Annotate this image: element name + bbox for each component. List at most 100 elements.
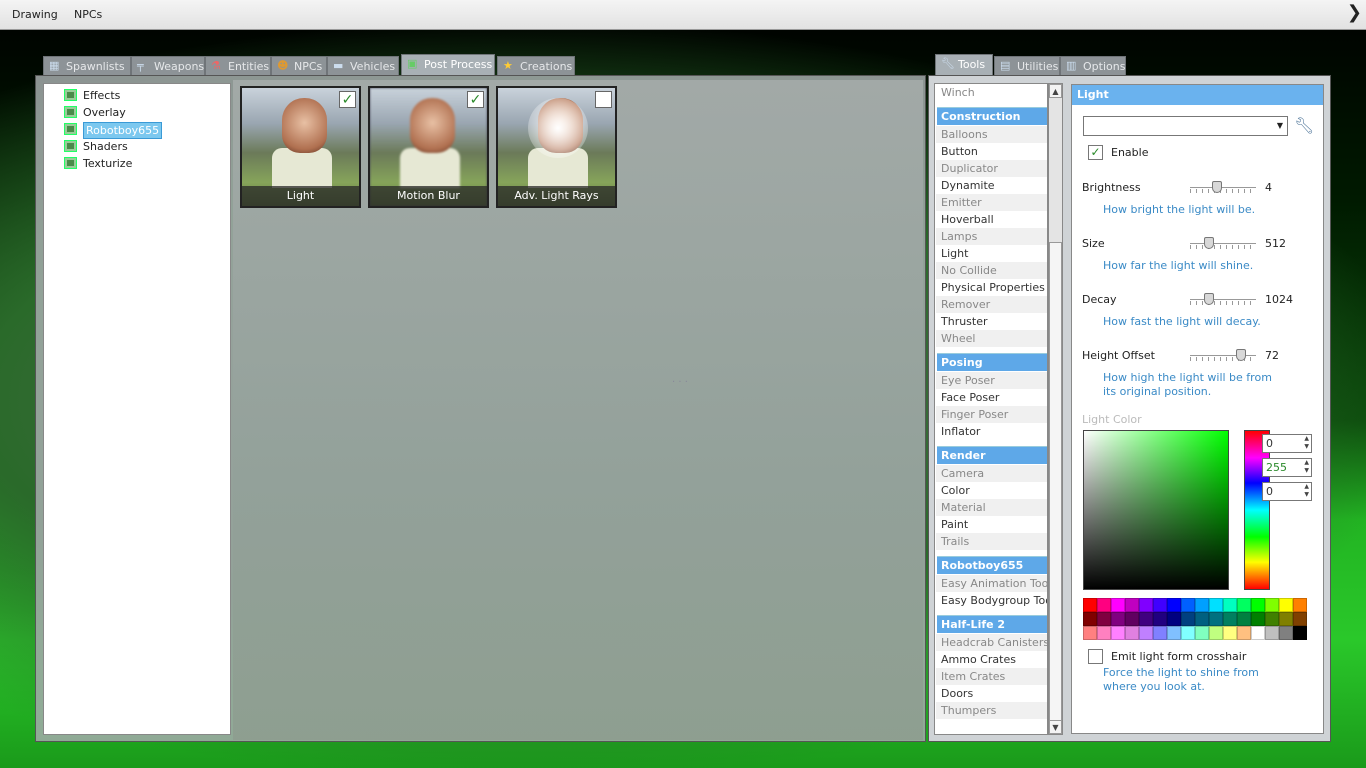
tool-item[interactable]: Headcrab Canisters — [936, 634, 1047, 651]
tab-options[interactable]: ▥ Options — [1060, 56, 1126, 76]
tool-item[interactable]: Winch — [936, 84, 1047, 101]
tool-item[interactable]: Easy Animation Tool — [936, 575, 1047, 592]
category-header[interactable]: Half-Life 2 — [937, 615, 1047, 633]
color-swatch[interactable] — [1083, 626, 1097, 640]
color-swatch[interactable] — [1209, 612, 1223, 626]
thumb-light[interactable]: ✓ Light — [240, 86, 361, 208]
tab-post-process[interactable]: ▣ Post Process — [401, 54, 495, 76]
tab-vehicles[interactable]: ▬ Vehicles — [327, 56, 399, 76]
tool-item[interactable]: Remover — [936, 296, 1047, 313]
tool-item[interactable]: Inflator — [936, 423, 1047, 440]
tool-item[interactable]: Duplicator — [936, 160, 1047, 177]
tool-item[interactable]: Easy Bodygroup Tool — [936, 592, 1047, 609]
color-swatch[interactable] — [1293, 626, 1307, 640]
decay-value[interactable]: 1024 — [1265, 293, 1293, 306]
tool-item[interactable]: Doors — [936, 685, 1047, 702]
category-header[interactable]: Robotboy655 — [937, 556, 1047, 574]
color-swatch[interactable] — [1153, 598, 1167, 612]
enable-checkbox[interactable]: ✓ — [1088, 145, 1103, 160]
thumb-motion-blur[interactable]: ✓ Motion Blur — [368, 86, 489, 208]
color-swatch[interactable] — [1223, 612, 1237, 626]
spinner-arrows-icon[interactable]: ▲ ▼ — [1304, 483, 1309, 499]
tree-item-robotboy655[interactable]: Robotboy655 — [64, 122, 163, 139]
tool-item[interactable]: Emitter — [936, 194, 1047, 211]
color-swatch[interactable] — [1139, 626, 1153, 640]
tree-item-effects[interactable]: Effects — [64, 88, 120, 103]
color-swatch[interactable] — [1181, 598, 1195, 612]
color-swatch[interactable] — [1223, 626, 1237, 640]
thumb-checkbox[interactable]: ✓ — [339, 91, 356, 108]
color-swatch[interactable] — [1139, 612, 1153, 626]
tool-list-scrollbar[interactable]: ▲ ▼ — [1048, 83, 1063, 735]
spinner-arrows-icon[interactable]: ▲ ▼ — [1304, 459, 1309, 475]
color-swatch[interactable] — [1167, 612, 1181, 626]
size-value[interactable]: 512 — [1265, 237, 1286, 250]
color-swatch[interactable] — [1237, 598, 1251, 612]
color-swatch[interactable] — [1251, 612, 1265, 626]
tool-item[interactable]: Button — [936, 143, 1047, 160]
tool-item[interactable]: Camera — [936, 465, 1047, 482]
color-swatch[interactable] — [1167, 626, 1181, 640]
slider-knob[interactable] — [1204, 293, 1214, 305]
color-swatch[interactable] — [1083, 598, 1097, 612]
tool-item[interactable]: Physical Properties — [936, 279, 1047, 296]
tab-tools[interactable]: 🔧︎ Tools — [935, 54, 993, 76]
decay-slider[interactable] — [1190, 293, 1256, 307]
tool-item[interactable]: Wheel — [936, 330, 1047, 347]
tab-npcs[interactable]: ☻ NPCs — [271, 56, 327, 76]
color-swatch[interactable] — [1237, 612, 1251, 626]
tab-spawnlists[interactable]: ▦ Spawnlists — [43, 56, 131, 76]
scroll-up-icon[interactable]: ▲ — [1049, 84, 1062, 98]
color-swatch[interactable] — [1251, 598, 1265, 612]
menu-drawing[interactable]: Drawing — [12, 8, 58, 21]
tool-item[interactable]: Balloons — [936, 126, 1047, 143]
color-swatch[interactable] — [1181, 626, 1195, 640]
preset-dropdown[interactable]: ▼ — [1083, 116, 1288, 136]
color-swatch[interactable] — [1279, 626, 1293, 640]
tool-item[interactable]: Thruster — [936, 313, 1047, 330]
thumb-adv-light-rays[interactable]: Adv. Light Rays — [496, 86, 617, 208]
spinner-arrows-icon[interactable]: ▲ ▼ — [1304, 435, 1309, 451]
color-green-input[interactable]: 255 ▲ ▼ — [1262, 458, 1312, 477]
color-swatch[interactable] — [1265, 598, 1279, 612]
crosshair-checkbox[interactable] — [1088, 649, 1103, 664]
color-swatch[interactable] — [1293, 598, 1307, 612]
category-header[interactable]: Render — [937, 446, 1047, 464]
tool-item[interactable]: Ammo Crates — [936, 651, 1047, 668]
color-swatch[interactable] — [1181, 612, 1195, 626]
brightness-slider[interactable] — [1190, 181, 1256, 195]
slider-knob[interactable] — [1236, 349, 1246, 361]
color-swatch[interactable] — [1195, 626, 1209, 640]
tool-item[interactable]: Lamps — [936, 228, 1047, 245]
color-swatch[interactable] — [1293, 612, 1307, 626]
tool-item[interactable]: Trails — [936, 533, 1047, 550]
category-header[interactable]: Construction — [937, 107, 1047, 125]
tool-item[interactable]: Light — [936, 245, 1047, 262]
color-swatch[interactable] — [1097, 598, 1111, 612]
scroll-down-icon[interactable]: ▼ — [1049, 720, 1062, 734]
tool-item[interactable]: Paint — [936, 516, 1047, 533]
tool-item[interactable]: Material — [936, 499, 1047, 516]
color-hue-bar[interactable] — [1244, 430, 1270, 590]
thumb-checkbox[interactable] — [595, 91, 612, 108]
color-swatch[interactable] — [1265, 612, 1279, 626]
tool-item[interactable]: Thumpers — [936, 702, 1047, 719]
color-swatch[interactable] — [1279, 598, 1293, 612]
color-swatch[interactable] — [1097, 626, 1111, 640]
tree-item-overlay[interactable]: Overlay — [64, 105, 126, 120]
slider-knob[interactable] — [1212, 181, 1222, 193]
height-offset-slider[interactable] — [1190, 349, 1256, 363]
thumb-checkbox[interactable]: ✓ — [467, 91, 484, 108]
tab-weapons[interactable]: ╤ Weapons — [131, 56, 205, 76]
color-swatch[interactable] — [1251, 626, 1265, 640]
color-swatch[interactable] — [1195, 612, 1209, 626]
color-swatch[interactable] — [1097, 612, 1111, 626]
color-swatch[interactable] — [1279, 612, 1293, 626]
color-swatch[interactable] — [1153, 626, 1167, 640]
chevron-right-icon[interactable]: ❯ — [1347, 2, 1362, 23]
tab-entities[interactable]: ⚗ Entities — [205, 56, 271, 76]
color-swatch[interactable] — [1237, 626, 1251, 640]
color-swatch[interactable] — [1167, 598, 1181, 612]
color-swatch[interactable] — [1195, 598, 1209, 612]
color-swatch[interactable] — [1139, 598, 1153, 612]
